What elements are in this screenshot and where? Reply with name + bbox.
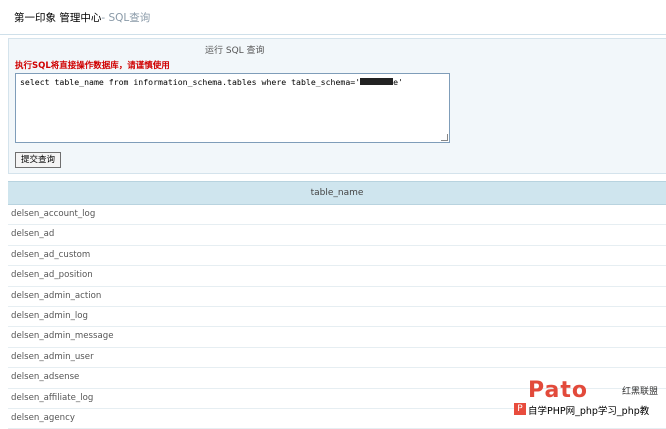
sql-text-after: e': [393, 77, 403, 87]
sql-query-panel: 运行 SQL 查询 执行SQL将直接操作数据库，请谨慎使用 select tab…: [8, 38, 666, 174]
page-header: 第一印象 管理中心- SQL查询: [0, 0, 666, 35]
table-row: delsen_admin_message: [8, 327, 666, 348]
redacted-block: [360, 78, 394, 85]
submit-query-button[interactable]: 提交查询: [15, 152, 62, 168]
page-title: 第一印象 管理中心- SQL查询: [14, 10, 150, 25]
table-row: delsen_ad_position: [8, 266, 666, 287]
warning-text: 执行SQL将直接操作数据库，请谨慎使用: [15, 61, 170, 71]
watermark-bar: P 自学PHP网_php学习_php教: [514, 401, 666, 419]
watermark-text: 自学PHP网_php学习_php教: [528, 406, 650, 417]
table-row: delsen_ad_custom: [8, 246, 666, 267]
title-main: 第一印象 管理中心: [14, 12, 102, 24]
title-sub: - SQL查询: [101, 12, 151, 24]
sql-input[interactable]: select table_name from information_schem…: [15, 73, 450, 143]
table-row: delsen_admin_user: [8, 348, 666, 369]
table-row: delsen_ad: [8, 225, 666, 246]
watermark-logo: Pato: [528, 378, 589, 403]
watermark-badge-icon: P: [514, 403, 526, 415]
table-row: delsen_admin_log: [8, 307, 666, 328]
watermark: Pato 红黑联盟 P 自学PHP网_php学习_php教: [514, 378, 666, 424]
resize-grip-icon[interactable]: [441, 134, 448, 141]
column-header: table_name: [8, 181, 666, 205]
sql-text-before: select table_name from information_schem…: [20, 77, 361, 87]
run-sql-title: 运行 SQL 查询: [205, 46, 265, 56]
table-row: delsen_admin_action: [8, 287, 666, 307]
table-row: delsen_account_log: [8, 205, 666, 226]
watermark-brand: 红黑联盟: [622, 387, 659, 397]
